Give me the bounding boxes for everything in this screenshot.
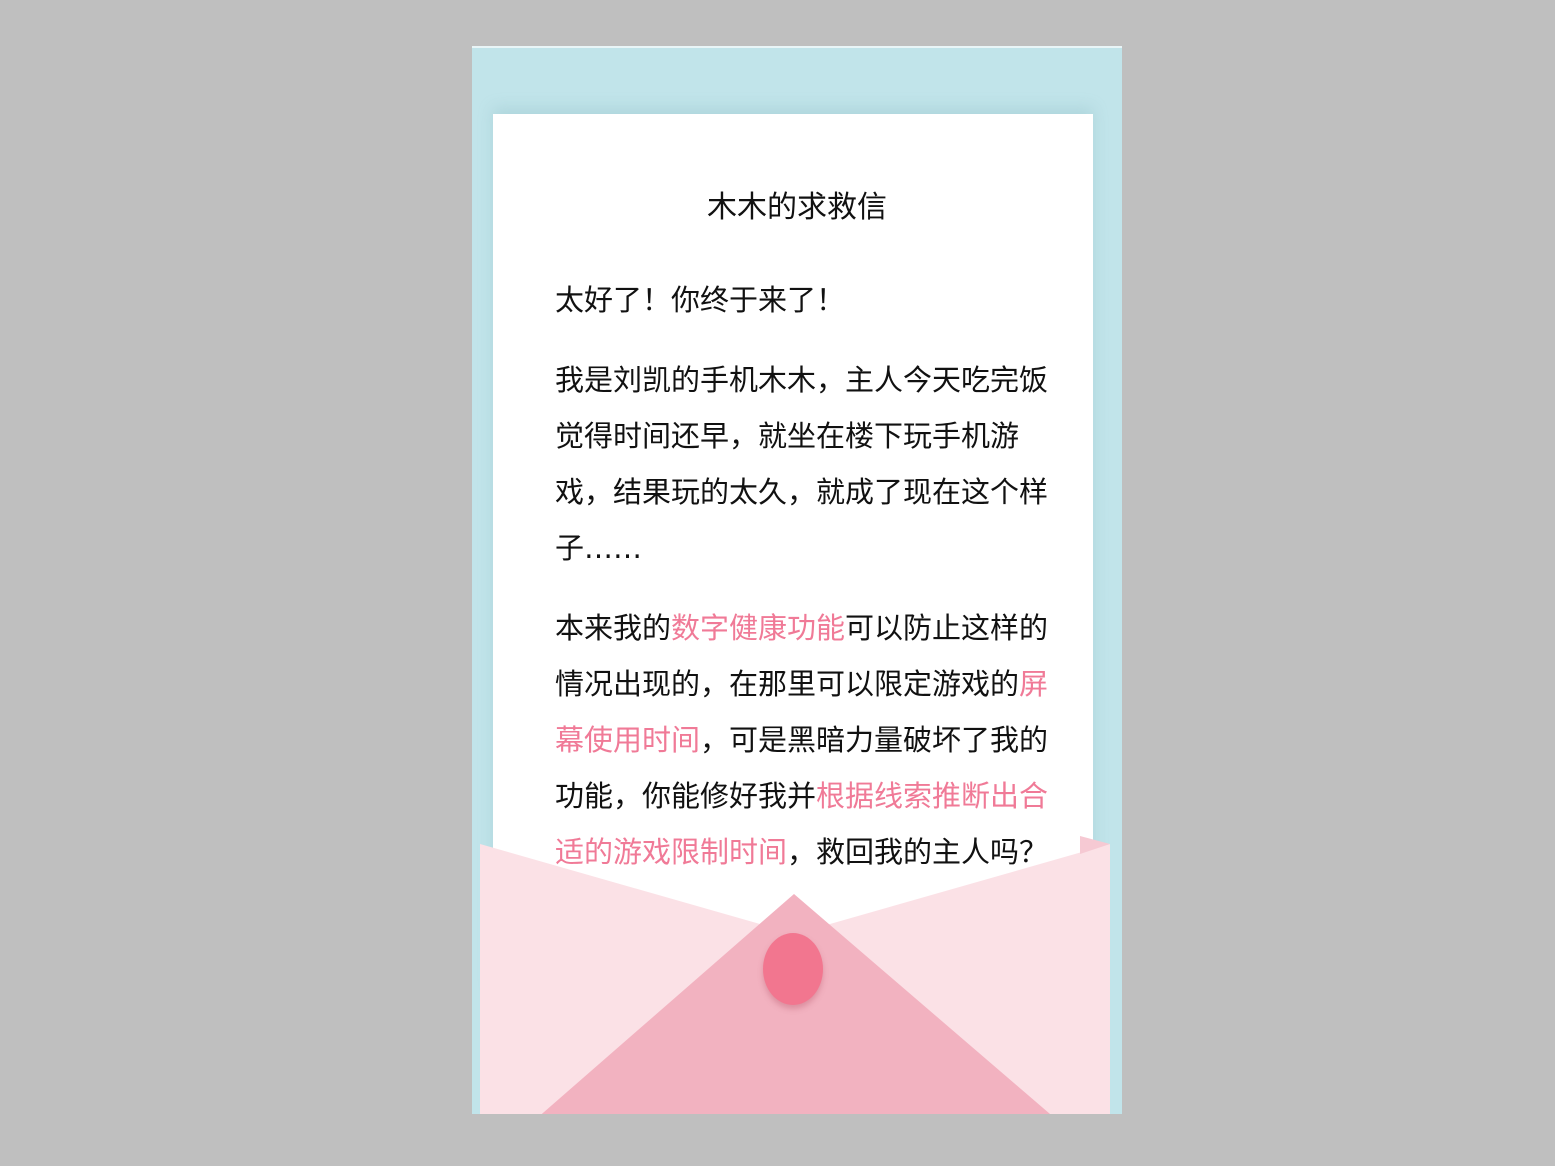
letter-body: 太好了！你终于来了！ 我是刘凯的手机木木，主人今天吃完饭觉得时间还早，就坐在楼下… [555, 272, 1075, 904]
letter-screen: 木木的求救信 太好了！你终于来了！ 我是刘凯的手机木木，主人今天吃完饭觉得时间还… [472, 46, 1122, 1114]
request-text-1: 本来我的 [555, 611, 672, 645]
letter-greeting: 太好了！你终于来了！ [555, 283, 846, 317]
highlight-digital-health: 数字健康功能 [671, 611, 846, 645]
envelope-seal[interactable] [763, 933, 823, 1005]
letter-paragraph-story: 我是刘凯的手机木木，主人今天吃完饭觉得时间还早，就坐在楼下玩手机游戏，结果玩的太… [555, 363, 1049, 565]
letter-title: 木木的求救信 [707, 190, 887, 225]
top-edge [472, 46, 1122, 48]
